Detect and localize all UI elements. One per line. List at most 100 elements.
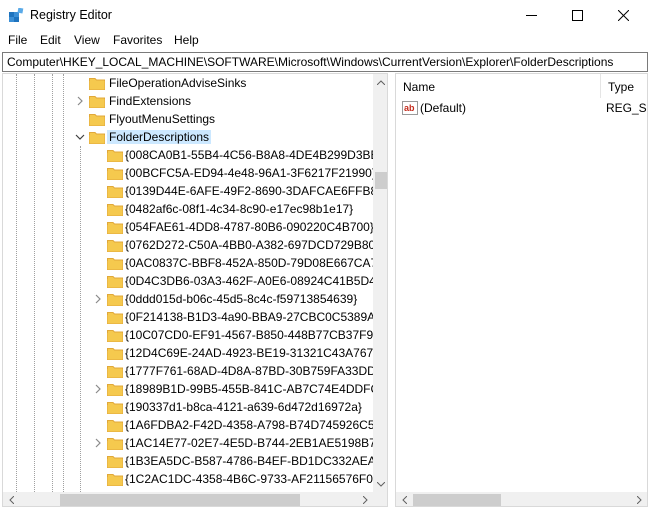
tree-item-guid[interactable]: {0D4C3DB6-03A3-462F-A0E6-08924C41B5D4} (3, 272, 373, 290)
folder-icon (107, 222, 123, 234)
tree-item-guid[interactable]: {12D4C69E-24AD-4923-BE19-31321C43A767} (3, 344, 373, 362)
scroll-left-arrow[interactable] (3, 492, 19, 506)
window-title: Registry Editor (30, 8, 112, 22)
folder-icon (107, 330, 123, 342)
tree-item-label: {1777F761-68AD-4D8A-87BD-30B759FA33DD} (125, 364, 373, 378)
chevron-down-icon (377, 481, 385, 487)
minimize-button[interactable] (508, 0, 554, 31)
tree-item-guid[interactable]: {0762D272-C50A-4BB0-A382-697DCD729B80} (3, 236, 373, 254)
tree-item-label: {0F214138-B1D3-4a90-BBA9-27CBC0C5389A} (125, 310, 373, 324)
svg-text:ab: ab (404, 103, 415, 113)
menu-file[interactable]: File (8, 33, 27, 47)
scroll-up-arrow[interactable] (373, 74, 387, 90)
tree-item-label: {190337d1-b8ca-4121-a639-6d472d16972a} (125, 400, 362, 414)
tree-item-guid[interactable]: {0AC0837C-BBF8-452A-850D-79D08E667CA7} (3, 254, 373, 272)
tree-item-guid[interactable]: {0ddd015d-b06c-45d5-8c4c-f59713854639} (3, 290, 373, 308)
tree-item-guid[interactable]: {10C07CD0-EF91-4567-B850-448B77CB37F9} (3, 326, 373, 344)
chevron-right-icon[interactable] (93, 383, 103, 395)
tree-vertical-scrollbar[interactable] (373, 74, 387, 492)
tree-item[interactable]: FlyoutMenuSettings (3, 110, 373, 128)
title-bar: Registry Editor (0, 0, 650, 31)
chevron-up-icon (377, 79, 385, 85)
tree-item-guid[interactable]: {1A6FDBA2-F42D-4358-A798-B74D745926C5} (3, 416, 373, 434)
tree-item-label: {0139D44E-6AFE-49F2-8690-3DAFCAE6FFB8} (125, 184, 373, 198)
values-scroll-left-arrow[interactable] (396, 492, 412, 506)
tree-item-label: {1A6FDBA2-F42D-4358-A798-B74D745926C5} (125, 418, 373, 432)
tree-item-label: {054FAE61-4DD8-4787-80B6-090220C4B700} (125, 220, 373, 234)
tree-item-label: {0D4C3DB6-03A3-462F-A0E6-08924C41B5D4} (125, 274, 373, 288)
value-name: (Default) (420, 101, 467, 115)
close-button[interactable] (600, 0, 646, 31)
tree-item-guid[interactable]: {18989B1D-99B5-455B-841C-AB7C74E4DDFC} (3, 380, 373, 398)
tree-item-label: {0ddd015d-b06c-45d5-8c4c-f59713854639} (125, 292, 358, 306)
folder-icon (107, 294, 123, 306)
pane-splitter[interactable] (389, 73, 394, 507)
chevron-down-icon[interactable] (75, 131, 85, 143)
folder-icon (107, 420, 123, 432)
values-horizontal-scroll-thumb[interactable] (413, 494, 501, 506)
tree-item-label: FlyoutMenuSettings (109, 112, 216, 126)
chevron-right-icon[interactable] (93, 293, 103, 305)
tree-item[interactable]: FindExtensions (3, 92, 373, 110)
address-path: Computer\HKEY_LOCAL_MACHINE\SOFTWARE\Mic… (7, 55, 614, 69)
tree-item-guid[interactable]: {054FAE61-4DD8-4787-80B6-090220C4B700} (3, 218, 373, 236)
scroll-right-arrow[interactable] (357, 492, 373, 506)
menu-help[interactable]: Help (174, 33, 199, 47)
tree-item-label: {12D4C69E-24AD-4923-BE19-31321C43A767} (125, 346, 373, 360)
folder-icon (107, 312, 123, 324)
tree-vertical-scroll-thumb[interactable] (375, 172, 387, 189)
chevron-right-icon[interactable] (75, 95, 85, 107)
tree-item-guid[interactable]: {00BCFC5A-ED94-4e48-96A1-3F6217F21990} (3, 164, 373, 182)
folder-icon (107, 276, 123, 288)
address-bar[interactable]: Computer\HKEY_LOCAL_MACHINE\SOFTWARE\Mic… (2, 52, 648, 72)
chevron-right-icon[interactable] (93, 437, 103, 449)
folder-icon (89, 96, 105, 108)
folder-icon (107, 240, 123, 252)
folder-icon (107, 366, 123, 378)
tree-item-label: {1C2AC1DC-4358-4B6C-9733-AF21156576F0} (125, 472, 373, 486)
tree-item-label: FindExtensions (109, 94, 192, 108)
tree-item-guid[interactable]: {0482af6c-08f1-4c34-8c90-e17ec98b1e17} (3, 200, 373, 218)
scroll-down-arrow[interactable] (373, 476, 387, 492)
tree-item-label: {18989B1D-99B5-455B-841C-AB7C74E4DDFC} (125, 382, 373, 396)
tree-item-guid[interactable]: {1AC14E77-02E7-4E5D-B744-2EB1AE5198B7} (3, 434, 373, 452)
column-header-name-label: Name (403, 80, 436, 94)
tree-item-guid[interactable]: {190337d1-b8ca-4121-a639-6d472d16972a} (3, 398, 373, 416)
values-horizontal-scrollbar[interactable] (396, 492, 647, 506)
tree-item-label: {0482af6c-08f1-4c34-8c90-e17ec98b1e17} (125, 202, 354, 216)
menu-bar: File Edit View Favorites Help (0, 31, 650, 51)
tree-item-label: FileOperationAdviseSinks (109, 76, 247, 90)
folder-icon (107, 402, 123, 414)
tree-item-guid[interactable]: {1C2AC1DC-4358-4B6C-9733-AF21156576F0} (3, 470, 373, 488)
column-header-type[interactable]: Type (601, 74, 647, 98)
tree-item-guid[interactable]: {1777F761-68AD-4D8A-87BD-30B759FA33DD} (3, 362, 373, 380)
tree-item-guid[interactable]: {0139D44E-6AFE-49F2-8690-3DAFCAE6FFB8} (3, 182, 373, 200)
menu-view[interactable]: View (74, 33, 100, 47)
tree-item[interactable]: FileOperationAdviseSinks (3, 74, 373, 92)
folder-icon (107, 150, 123, 162)
menu-edit[interactable]: Edit (40, 33, 61, 47)
string-value-icon: ab (402, 101, 418, 115)
tree-item-label: FolderDescriptions (107, 130, 212, 144)
maximize-button[interactable] (554, 0, 600, 31)
folder-icon (107, 474, 123, 486)
value-row[interactable]: ab (Default) REG_SZ (396, 99, 647, 117)
tree-item-guid[interactable]: {0F214138-B1D3-4a90-BBA9-27CBC0C5389A} (3, 308, 373, 326)
folder-icon (89, 132, 105, 144)
folder-icon (107, 186, 123, 198)
chevron-right-icon (636, 496, 642, 504)
tree-horizontal-scroll-thumb[interactable] (60, 494, 300, 506)
folder-icon (107, 348, 123, 360)
menu-favorites[interactable]: Favorites (113, 33, 162, 47)
tree-item-guid[interactable]: {008CA0B1-55B4-4C56-B8A8-4DE4B299D3BE} (3, 146, 373, 164)
tree-horizontal-scrollbar[interactable] (3, 492, 373, 506)
scroll-corner (373, 492, 387, 506)
column-header-name[interactable]: Name (396, 74, 601, 98)
folder-icon (107, 168, 123, 180)
maximize-icon (571, 10, 583, 21)
tree-item[interactable]: FolderDescriptions (3, 128, 373, 146)
tree-item-guid[interactable]: {1B3EA5DC-B587-4786-B4EF-BD1DC332AEAE} (3, 452, 373, 470)
values-scroll-right-arrow[interactable] (631, 492, 647, 506)
value-type: REG_SZ (606, 101, 647, 115)
tree-item-label: {1B3EA5DC-B587-4786-B4EF-BD1DC332AEAE} (125, 454, 373, 468)
